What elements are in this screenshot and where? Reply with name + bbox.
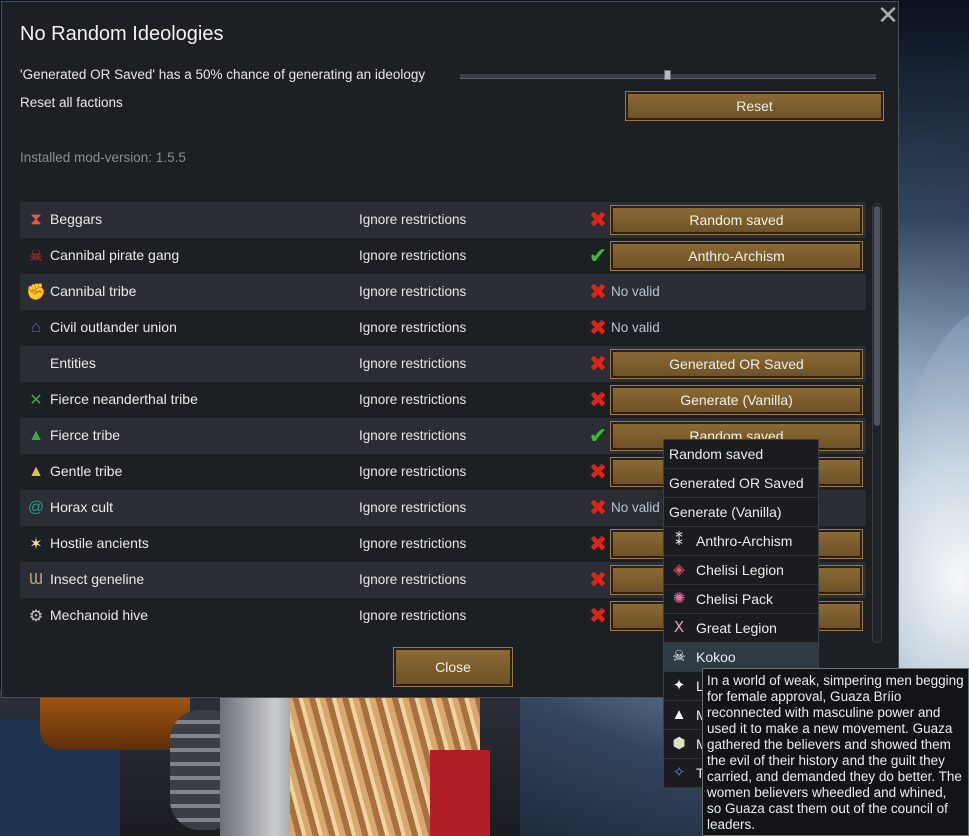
cross-icon[interactable]: ✖ — [586, 388, 610, 412]
no-valid-label: No valid — [611, 500, 660, 515]
tent-icon: ▲ — [28, 463, 44, 480]
faction-row: Entities Ignore restrictions ✖ Generated OR… — [20, 346, 866, 382]
skull-icon: ☠ — [28, 248, 44, 265]
splat-icon: ✺ — [672, 590, 686, 607]
faction-name: Insect geneline — [50, 571, 145, 587]
ideology-select-button[interactable]: Generated OR Saved — [610, 349, 863, 379]
ignore-restrictions-label[interactable]: Ignore restrictions — [359, 356, 466, 371]
skull-icon: ☠ — [672, 648, 686, 665]
horns-icon: Ⅹ — [673, 619, 685, 636]
chance-slider[interactable] — [460, 70, 876, 80]
dropdown-option[interactable]: Ⅹ Great Legion — [664, 614, 818, 643]
gear-icon: ⚙ — [28, 608, 44, 625]
running-figure-icon: ✶ — [29, 536, 43, 553]
dropdown-option-label: Random saved — [669, 446, 764, 462]
ignore-restrictions-label[interactable]: Ignore restrictions — [359, 500, 466, 515]
cross-icon[interactable]: ✖ — [586, 532, 610, 556]
faction-name: Fierce tribe — [50, 427, 121, 443]
dropdown-option-label: Generate (Vanilla) — [669, 504, 782, 520]
checkmark-icon[interactable]: ✔ — [586, 244, 610, 268]
faction-name: Entities — [50, 355, 96, 371]
faction-name: Fierce neanderthal tribe — [50, 391, 198, 407]
cross-icon[interactable]: ✖ — [586, 208, 610, 232]
ignore-restrictions-label[interactable]: Ignore restrictions — [359, 320, 466, 335]
ignore-restrictions-label[interactable]: Ignore restrictions — [359, 428, 466, 443]
spiral-icon: @ — [27, 499, 45, 516]
hourglass-icon: ⧗ — [30, 211, 42, 228]
reset-button[interactable]: Reset — [625, 91, 884, 121]
faction-list-scrollbar[interactable] — [872, 203, 882, 643]
faction-name: Beggars — [50, 211, 103, 227]
cross-icon[interactable]: ✖ — [586, 316, 610, 340]
cross-icon[interactable]: ✖ — [586, 496, 610, 520]
dropdown-option[interactable]: ✺ Chelisi Pack — [664, 585, 818, 614]
faction-name: Civil outlander union — [50, 319, 177, 335]
cross-icon[interactable]: ✖ — [586, 280, 610, 304]
hands-icon: ⁑ — [675, 532, 683, 549]
ignore-restrictions-label[interactable]: Ignore restrictions — [359, 608, 466, 623]
close-button[interactable]: Close — [393, 647, 513, 687]
diamond-icon: ◈ — [673, 561, 685, 578]
faction-icon — [26, 354, 46, 374]
triangle-icon: ▲ — [671, 706, 687, 723]
compass-icon: ✧ — [672, 764, 686, 781]
ideology-tooltip: In a world of weak, simpering men beggin… — [702, 668, 969, 836]
faction-name: Gentle tribe — [50, 463, 123, 479]
dropdown-option-label: Chelisi Pack — [696, 591, 774, 607]
dropdown-option[interactable]: ◈ Chelisi Legion — [664, 556, 818, 585]
cross-icon[interactable]: ✖ — [586, 460, 610, 484]
star-icon: ✦ — [672, 677, 686, 694]
ignore-restrictions-label[interactable]: Ignore restrictions — [359, 212, 466, 227]
dropdown-option-label: Kokoo — [696, 649, 736, 665]
cross-icon[interactable]: ✖ — [586, 604, 610, 628]
close-icon[interactable]: ✕ — [877, 2, 899, 28]
faction-row: ✕ Fierce neanderthal tribe Ignore restrict… — [20, 382, 866, 418]
faction-row: ⌂ Civil outlander union Ignore restriction… — [20, 310, 866, 346]
faction-row: ✊ Cannibal tribe Ignore restrictions ✖ No va… — [20, 274, 866, 310]
character-art — [0, 690, 520, 836]
dropdown-option-label: Generated OR Saved — [669, 475, 804, 491]
no-valid-label: No valid — [611, 284, 660, 299]
claw-icon: Ɯ — [28, 571, 44, 588]
mod-version-label: Installed mod-version: 1.5.5 — [20, 150, 186, 165]
dropdown-option-label: Anthro-Archism — [696, 533, 793, 549]
faction-name: Horax cult — [50, 499, 114, 515]
reset-all-label: Reset all factions — [20, 95, 123, 110]
faction-name: Cannibal pirate gang — [50, 247, 180, 263]
fist-icon: ✊ — [26, 284, 46, 301]
no-valid-label: No valid — [611, 320, 660, 335]
chance-slider-handle[interactable] — [664, 70, 671, 80]
dropdown-option-label: Great Legion — [696, 620, 777, 636]
ignore-restrictions-label[interactable]: Ignore restrictions — [359, 284, 466, 299]
ignore-restrictions-label[interactable]: Ignore restrictions — [359, 248, 466, 263]
ideology-select-button[interactable]: Generate (Vanilla) — [610, 385, 863, 415]
ideology-select-button[interactable]: Anthro-Archism — [610, 241, 863, 271]
checkmark-icon[interactable]: ✔ — [586, 424, 610, 448]
ideology-select-button[interactable]: Random saved — [610, 205, 863, 235]
cross-icon[interactable]: ✖ — [586, 352, 610, 376]
faction-row: ⧗ Beggars Ignore restrictions ✖ Random saved — [20, 202, 866, 238]
dropdown-option[interactable]: ⁑ Anthro-Archism — [664, 527, 818, 556]
chance-label: 'Generated OR Saved' has a 50% chance of… — [20, 67, 426, 82]
faction-row: ☠ Cannibal pirate gang Ignore restrictions… — [20, 238, 866, 274]
house-icon: ⌂ — [31, 319, 41, 336]
window-title: No Random Ideologies — [20, 23, 224, 45]
dropdown-option[interactable]: Generate (Vanilla) — [664, 498, 818, 527]
ignore-restrictions-label[interactable]: Ignore restrictions — [359, 536, 466, 551]
faction-name: Mechanoid hive — [50, 607, 149, 623]
dropdown-option[interactable]: Generated OR Saved — [664, 469, 818, 498]
faction-name: Cannibal tribe — [50, 283, 137, 299]
faction-name: Hostile ancients — [50, 535, 149, 551]
ignore-restrictions-label[interactable]: Ignore restrictions — [359, 572, 466, 587]
spear-icon: ✕ — [29, 392, 43, 409]
scrollbar-thumb[interactable] — [874, 206, 880, 426]
ignore-restrictions-label[interactable]: Ignore restrictions — [359, 464, 466, 479]
dropdown-option[interactable]: Random saved — [664, 440, 818, 469]
dropdown-option-label: Chelisi Legion — [696, 562, 784, 578]
leaf-icon: ▲ — [28, 427, 44, 444]
ignore-restrictions-label[interactable]: Ignore restrictions — [359, 392, 466, 407]
cube-icon: ⬢ — [672, 735, 686, 752]
cross-icon[interactable]: ✖ — [586, 568, 610, 592]
